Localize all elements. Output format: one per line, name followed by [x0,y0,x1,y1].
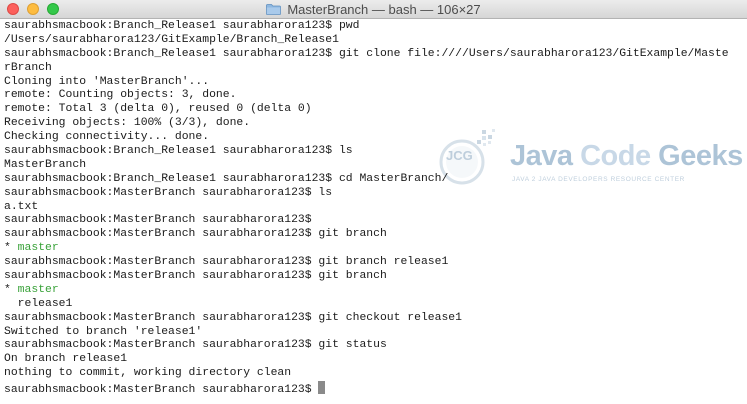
terminal-line-text: saurabhsmacbook:MasterBranch saurabharor… [4,186,333,199]
terminal-line-text: Receiving objects: 100% (3/3), done. [4,117,251,130]
terminal-line-text: remote: Total 3 (delta 0), reused 0 (del… [4,103,312,116]
terminal-line: remote: Counting objects: 3, done. [4,89,747,103]
terminal-line: saurabhsmacbook:MasterBranch saurabharor… [4,187,747,201]
terminal-line: saurabhsmacbook:Branch_Release1 saurabha… [4,48,747,62]
terminal-output[interactable]: saurabhsmacbook:Branch_Release1 saurabha… [0,20,747,404]
terminal-line: Switched to branch 'release1' [4,326,747,340]
terminal-line: * master [4,284,747,298]
terminal-line: saurabhsmacbook:MasterBranch saurabharor… [4,214,747,228]
terminal-line: saurabhsmacbook:MasterBranch saurabharor… [4,228,747,242]
terminal-line-text: saurabhsmacbook:Branch_Release1 saurabha… [4,20,360,32]
branch-marker: * [4,242,18,255]
terminal-line-text: saurabhsmacbook:Branch_Release1 saurabha… [4,172,449,185]
terminal-line-text: saurabhsmacbook:MasterBranch saurabharor… [4,270,387,283]
terminal-line-text: saurabhsmacbook:MasterBranch saurabharor… [4,214,312,227]
terminal-line: nothing to commit, working directory cle… [4,367,747,381]
terminal-line-text: saurabhsmacbook:Branch_Release1 saurabha… [4,47,729,60]
terminal-line: Cloning into 'MasterBranch'... [4,76,747,90]
terminal-line-text: remote: Counting objects: 3, done. [4,89,237,102]
terminal-line-text: On branch release1 [4,353,128,366]
text-cursor [318,381,326,395]
terminal-line: Receiving objects: 100% (3/3), done. [4,117,747,131]
terminal-line: On branch release1 [4,353,747,367]
current-branch-name: master [17,283,59,296]
terminal-line: saurabhsmacbook:MasterBranch saurabharor… [4,339,747,353]
terminal-line: a.txt [4,201,747,215]
branch-marker: * [4,283,18,296]
terminal-line-text: release1 [4,297,73,310]
terminal-line: saurabhsmacbook:Branch_Release1 saurabha… [4,145,747,159]
terminal-line: saurabhsmacbook:MasterBranch saurabharor… [4,381,747,397]
terminal-line-text: /Users/saurabharora123/GitExample/Branch… [4,33,339,46]
terminal-line: /Users/saurabharora123/GitExample/Branch… [4,34,747,48]
terminal-line: saurabhsmacbook:MasterBranch saurabharor… [4,312,747,326]
terminal-line-text: saurabhsmacbook:MasterBranch saurabharor… [4,228,387,241]
terminal-line-text: nothing to commit, working directory cle… [4,367,292,380]
terminal-line-text: saurabhsmacbook:MasterBranch saurabharor… [4,256,449,269]
terminal-line: saurabhsmacbook:Branch_Release1 saurabha… [4,173,747,187]
terminal-line: rBranch [4,62,747,76]
terminal-line: saurabhsmacbook:Branch_Release1 saurabha… [4,20,747,34]
terminal-line-text: Switched to branch 'release1' [4,325,203,338]
terminal-line: MasterBranch [4,159,747,173]
window-title-text: MasterBranch — bash — 106×27 [287,2,481,17]
terminal-line-text: saurabhsmacbook:Branch_Release1 saurabha… [4,145,353,158]
terminal-line: saurabhsmacbook:MasterBranch saurabharor… [4,256,747,270]
terminal-line-text: a.txt [4,200,39,213]
terminal-line: Checking connectivity... done. [4,131,747,145]
terminal-line-text: MasterBranch [4,158,87,171]
terminal-line-text: Cloning into 'MasterBranch'... [4,75,210,88]
terminal-line-text: rBranch [4,61,52,74]
terminal-window: MasterBranch — bash — 106×27 JCG Java Co… [0,0,747,404]
terminal-line-text: saurabhsmacbook:MasterBranch saurabharor… [4,384,319,397]
title-bar[interactable]: MasterBranch — bash — 106×27 [0,0,747,19]
terminal-line: * master [4,242,747,256]
terminal-line: saurabhsmacbook:MasterBranch saurabharor… [4,270,747,284]
terminal-line-text: Checking connectivity... done. [4,131,210,144]
terminal-line-text: saurabhsmacbook:MasterBranch saurabharor… [4,339,387,352]
terminal-line: remote: Total 3 (delta 0), reused 0 (del… [4,103,747,117]
terminal-line-text: saurabhsmacbook:MasterBranch saurabharor… [4,311,462,324]
current-branch-name: master [17,242,59,255]
terminal-line: release1 [4,298,747,312]
folder-icon [266,4,282,15]
window-title: MasterBranch — bash — 106×27 [0,0,747,19]
